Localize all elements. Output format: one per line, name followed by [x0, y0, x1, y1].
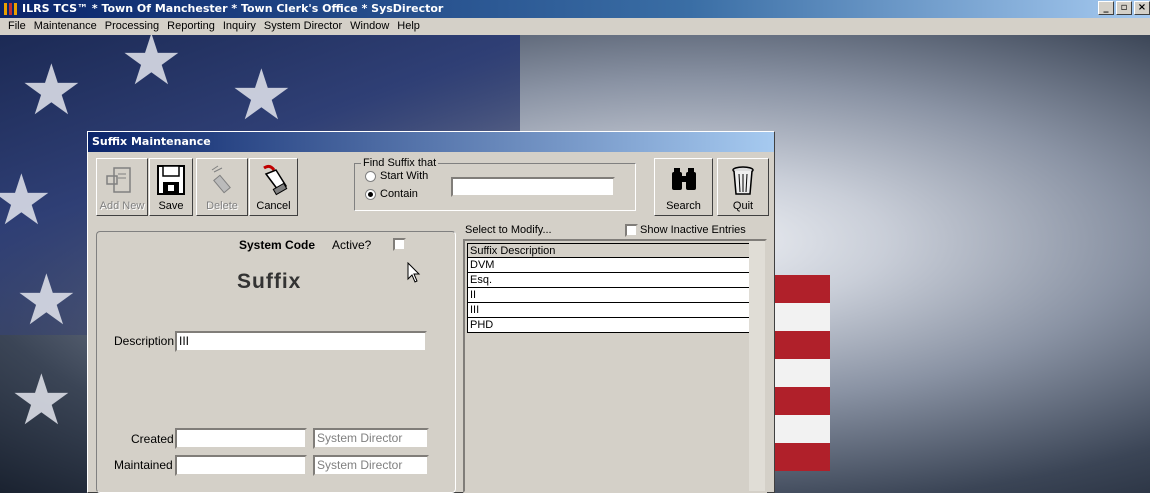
list-item[interactable]: III: [467, 303, 750, 318]
add-new-icon: [106, 167, 131, 193]
delete-button[interactable]: Delete: [196, 158, 248, 216]
find-legend: Find Suffix that: [361, 157, 439, 169]
restore-button[interactable]: ▫: [1116, 1, 1132, 15]
list-scrollbar[interactable]: [749, 241, 765, 491]
flag-stripe: [770, 387, 830, 415]
star-icon: ★: [20, 51, 83, 129]
suffix-list[interactable]: Suffix Description DVM Esq. II III PHD: [463, 239, 767, 493]
mouse-pointer-icon: [407, 262, 421, 283]
cancel-button[interactable]: Cancel: [249, 158, 298, 216]
floppy-disk-icon: [157, 165, 185, 195]
delete-label: Delete: [206, 200, 238, 212]
contain-label: Contain: [380, 188, 418, 200]
find-suffix-group: Find Suffix that Start With Contain: [354, 157, 636, 211]
show-inactive-checkbox[interactable]: [625, 224, 638, 237]
app-title-bar: ILRS TCS™ * Town Of Manchester * Town Cl…: [0, 0, 1150, 18]
active-checkbox[interactable]: [393, 238, 406, 251]
app-title: ILRS TCS™ * Town Of Manchester * Town Cl…: [22, 2, 444, 15]
eraser-icon: [211, 165, 231, 194]
menu-help[interactable]: Help: [393, 18, 424, 35]
created-by-field: System Director: [313, 428, 429, 449]
cancel-hand-icon: [262, 164, 287, 196]
quit-button[interactable]: Quit: [717, 158, 769, 216]
trash-can-icon: [732, 166, 754, 195]
add-new-button[interactable]: Add New: [96, 158, 148, 216]
search-label: Search: [666, 200, 701, 212]
save-label: Save: [158, 200, 184, 212]
find-suffix-input[interactable]: [451, 177, 615, 197]
star-icon: ★: [0, 161, 53, 239]
created-field[interactable]: [175, 428, 307, 449]
start-with-option[interactable]: Start With: [365, 170, 428, 182]
menu-processing[interactable]: Processing: [101, 18, 163, 35]
close-button[interactable]: ×: [1134, 1, 1150, 15]
star-icon: ★: [15, 261, 78, 339]
list-item[interactable]: Esq.: [467, 273, 750, 288]
flag-stripe: [770, 415, 830, 443]
maintained-field[interactable]: [175, 455, 307, 476]
window-title: Suffix Maintenance: [88, 132, 774, 152]
menu-system-director[interactable]: System Director: [260, 18, 346, 35]
quit-label: Quit: [732, 200, 754, 212]
star-icon: ★: [120, 35, 183, 99]
minimize-button[interactable]: _: [1098, 1, 1114, 15]
start-with-label: Start With: [380, 170, 429, 182]
menu-window[interactable]: Window: [346, 18, 393, 35]
search-button[interactable]: Search: [654, 158, 713, 216]
menu-file[interactable]: File: [4, 18, 30, 35]
start-with-radio[interactable]: [365, 170, 376, 182]
description-field[interactable]: III: [175, 331, 427, 352]
binoculars-icon: [671, 168, 696, 190]
contain-radio[interactable]: [365, 188, 376, 200]
contain-option[interactable]: Contain: [365, 188, 418, 200]
list-item[interactable]: PHD: [467, 318, 750, 333]
form-heading: Suffix: [237, 270, 302, 293]
menu-reporting[interactable]: Reporting: [163, 18, 219, 35]
flag-stripe: [770, 359, 830, 387]
system-code-label: System Code: [239, 238, 316, 252]
save-button[interactable]: Save: [149, 158, 193, 216]
active-label: Active?: [332, 238, 372, 252]
flag-stripe: [770, 275, 830, 303]
list-item[interactable]: DVM: [467, 258, 750, 273]
select-to-modify-label: Select to Modify...: [465, 224, 552, 236]
flag-stripe: [770, 303, 830, 331]
list-column-header[interactable]: Suffix Description: [467, 243, 750, 258]
description-label: Description: [114, 334, 175, 348]
app-icon[interactable]: [3, 2, 18, 16]
suffix-maintenance-window: Suffix Maintenance Add New Save Delete C…: [87, 131, 775, 493]
created-label: Created: [131, 432, 174, 446]
menu-bar: File Maintenance Processing Reporting In…: [0, 18, 1150, 35]
maintained-label: Maintained: [114, 458, 173, 472]
star-icon: ★: [10, 361, 73, 439]
menu-inquiry[interactable]: Inquiry: [219, 18, 260, 35]
add-new-label: Add New: [99, 200, 145, 212]
maintained-by-field: System Director: [313, 455, 429, 476]
list-item[interactable]: II: [467, 288, 750, 303]
menu-maintenance[interactable]: Maintenance: [30, 18, 101, 35]
show-inactive-label: Show Inactive Entries: [640, 224, 746, 236]
cancel-label: Cancel: [256, 200, 291, 212]
star-icon: ★: [230, 56, 293, 134]
flag-stripe: [770, 443, 830, 471]
detail-panel: System Code Active? Suffix Description I…: [96, 231, 456, 493]
flag-stripe: [770, 331, 830, 359]
